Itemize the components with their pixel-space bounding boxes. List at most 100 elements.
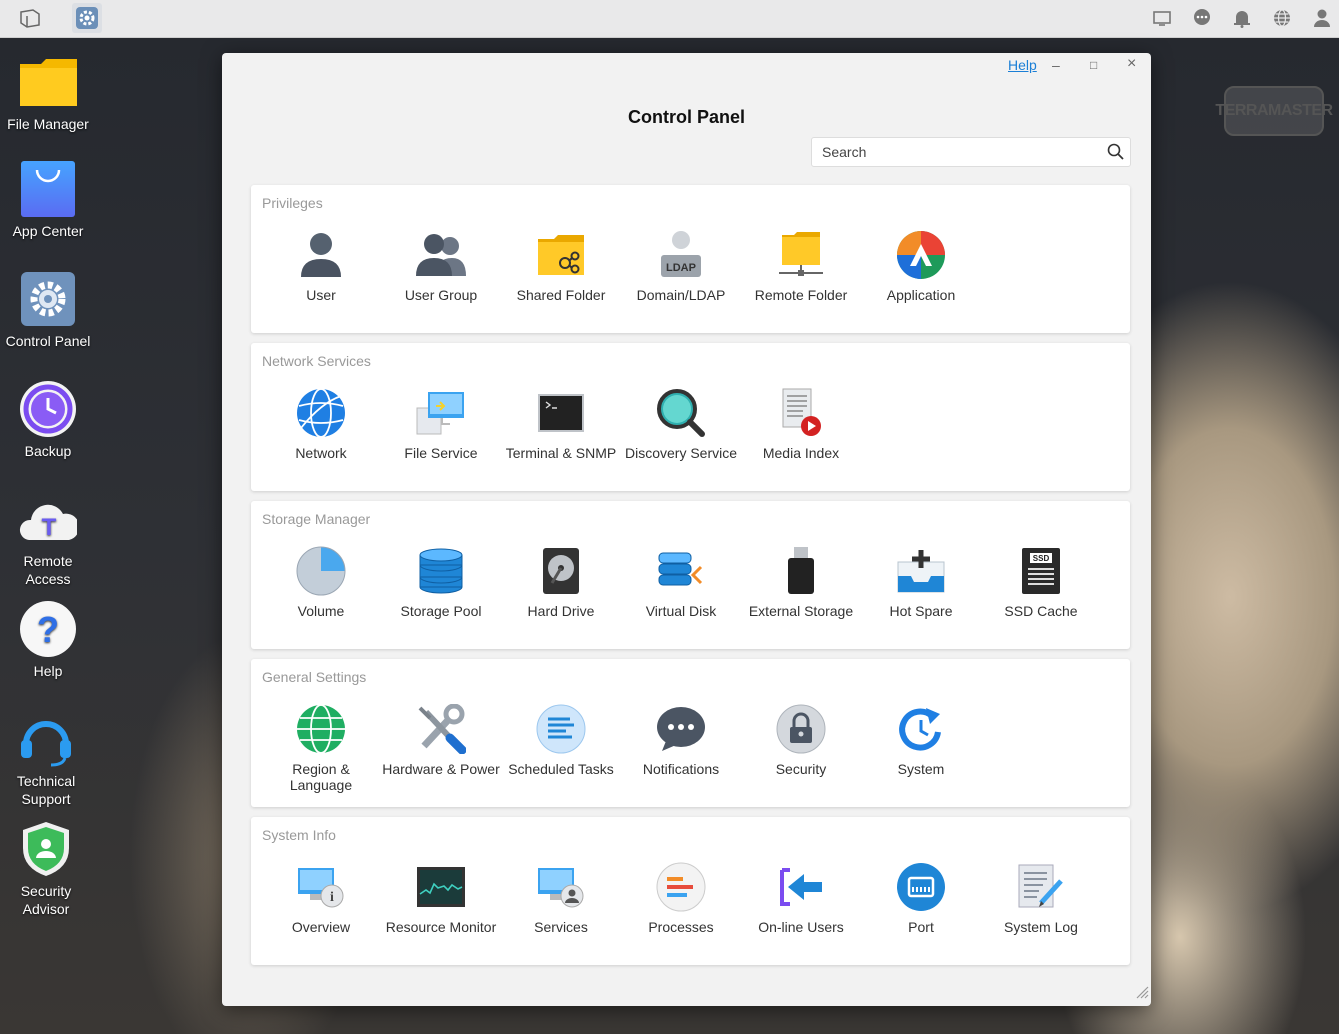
dashboard-icon[interactable] [1150, 6, 1174, 30]
section-system-info: System Info i Overview Resource Monitor … [251, 817, 1130, 965]
services-icon [535, 861, 587, 913]
window-title: Control Panel [627, 107, 745, 127]
desktop-technical-support[interactable]: Technical Support [0, 710, 92, 808]
system-refresh-icon [895, 703, 947, 755]
svg-text:i: i [330, 890, 334, 905]
tile-hard-drive[interactable]: Hard Drive [501, 545, 621, 619]
desktop-control-panel[interactable]: Control Panel [0, 270, 96, 350]
desktop-item-label: File Manager [7, 116, 89, 132]
resize-handle-icon[interactable] [1135, 985, 1149, 1004]
folder-icon [19, 53, 77, 111]
tile-label: Region & Language [289, 761, 353, 793]
tile-remote-folder[interactable]: Remote Folder [741, 229, 861, 303]
tile-label: User [306, 287, 336, 303]
tile-virtual-disk[interactable]: Virtual Disk [621, 545, 741, 619]
svg-text:T: T [42, 514, 57, 541]
magnifier-icon [655, 387, 707, 439]
tile-label: System [897, 761, 945, 777]
control-panel-taskbar-icon[interactable] [72, 3, 102, 33]
tile-hot-spare[interactable]: Hot Spare [861, 545, 981, 619]
tile-notifications[interactable]: Notifications [621, 703, 741, 777]
help-link[interactable]: Help [1008, 57, 1037, 73]
tile-label: Storage Pool [400, 603, 482, 619]
tile-label: Hard Drive [527, 603, 595, 619]
desktop-security-advisor[interactable]: Security Advisor [0, 820, 92, 918]
tile-domain-ldap[interactable]: LDAP Domain/LDAP [621, 229, 741, 303]
ssd-badge: SSD [1033, 554, 1050, 563]
tile-scheduled-tasks[interactable]: Scheduled Tasks [501, 703, 621, 777]
control-panel-window: Help – □ × Control Panel Privileges User… [222, 53, 1151, 1006]
tile-media-index[interactable]: Media Index [741, 387, 861, 461]
tile-system-log[interactable]: System Log [981, 861, 1101, 935]
tile-label: Port [908, 919, 934, 935]
desktop-item-label: Remote Access [23, 553, 73, 587]
tile-online-users[interactable]: On-line Users [741, 861, 861, 935]
search-icon[interactable] [1107, 143, 1124, 165]
tile-resource-monitor[interactable]: Resource Monitor [381, 861, 501, 935]
desktop-backup[interactable]: Backup [0, 380, 96, 460]
tile-storage-pool[interactable]: Storage Pool [381, 545, 501, 619]
taskbar [0, 0, 1339, 38]
language-globe-icon[interactable] [1270, 6, 1294, 30]
desktop-file-manager[interactable]: File Manager [0, 53, 96, 133]
tile-application[interactable]: Application [861, 229, 981, 303]
tile-label: Virtual Disk [645, 603, 717, 619]
tile-file-service[interactable]: File Service [381, 387, 501, 461]
tile-region-language[interactable]: Region & Language [261, 703, 381, 793]
tile-hardware-power[interactable]: Hardware & Power [381, 703, 501, 777]
tile-ssd-cache[interactable]: SSD SSD Cache [981, 545, 1101, 619]
tile-external-storage[interactable]: External Storage [741, 545, 861, 619]
monitor-chart-icon [415, 861, 467, 913]
tile-label: Security [775, 761, 827, 777]
tile-shared-folder[interactable]: Shared Folder [501, 229, 621, 303]
section-storage-manager: Storage Manager Volume Storage Pool Hard… [251, 501, 1130, 649]
hard-drive-icon [535, 545, 587, 597]
tile-label: SSD Cache [1004, 603, 1078, 619]
desktop-app-center[interactable]: App Center [0, 160, 96, 240]
tile-label: Processes [648, 919, 714, 935]
desktop-help[interactable]: ? Help [0, 600, 96, 680]
tile-terminal-snmp[interactable]: Terminal & SNMP [501, 387, 621, 461]
tile-label: Overview [291, 919, 351, 935]
user-account-icon[interactable] [1310, 6, 1334, 30]
tile-discovery-service[interactable]: Discovery Service [621, 387, 741, 461]
desktop-remote-access[interactable]: T Remote Access [0, 490, 96, 588]
region-globe-icon [295, 703, 347, 755]
ssd-icon: SSD [1015, 545, 1067, 597]
tools-icon [415, 703, 467, 755]
tile-label: Network [295, 445, 347, 461]
pie-icon [295, 545, 347, 597]
tile-processes[interactable]: Processes [621, 861, 741, 935]
show-desktop-icon[interactable] [18, 6, 42, 30]
section-title: General Settings [262, 669, 367, 685]
tile-label: User Group [404, 287, 478, 303]
tile-label: System Log [1004, 919, 1078, 935]
desktop-item-label: Technical Support [16, 773, 76, 807]
tile-user-group[interactable]: User Group [381, 229, 501, 303]
notifications-bell-icon[interactable] [1230, 6, 1254, 30]
tile-services[interactable]: Services [501, 861, 621, 935]
tile-overview[interactable]: i Overview [261, 861, 381, 935]
tile-label: Scheduled Tasks [508, 761, 614, 777]
tile-network[interactable]: Network [261, 387, 381, 461]
tile-volume[interactable]: Volume [261, 545, 381, 619]
tile-label: Notifications [642, 761, 720, 777]
question-icon: ? [19, 600, 77, 658]
system-log-icon [1015, 861, 1067, 913]
desktop-item-label: Help [33, 663, 63, 679]
close-button[interactable]: × [1127, 55, 1136, 73]
ldap-icon: LDAP [655, 229, 707, 281]
tile-system[interactable]: System [861, 703, 981, 777]
messages-icon[interactable] [1190, 6, 1214, 30]
minimize-button[interactable]: – [1052, 57, 1060, 73]
lock-icon [775, 703, 827, 755]
application-icon [895, 229, 947, 281]
usb-drive-icon [775, 545, 827, 597]
tile-security[interactable]: Security [741, 703, 861, 777]
tile-label: Hot Spare [889, 603, 953, 619]
tile-user[interactable]: User [261, 229, 381, 303]
tile-port[interactable]: Port [861, 861, 981, 935]
search-input[interactable] [820, 143, 1104, 161]
gear-icon [19, 270, 77, 328]
maximize-button[interactable]: □ [1090, 58, 1097, 72]
